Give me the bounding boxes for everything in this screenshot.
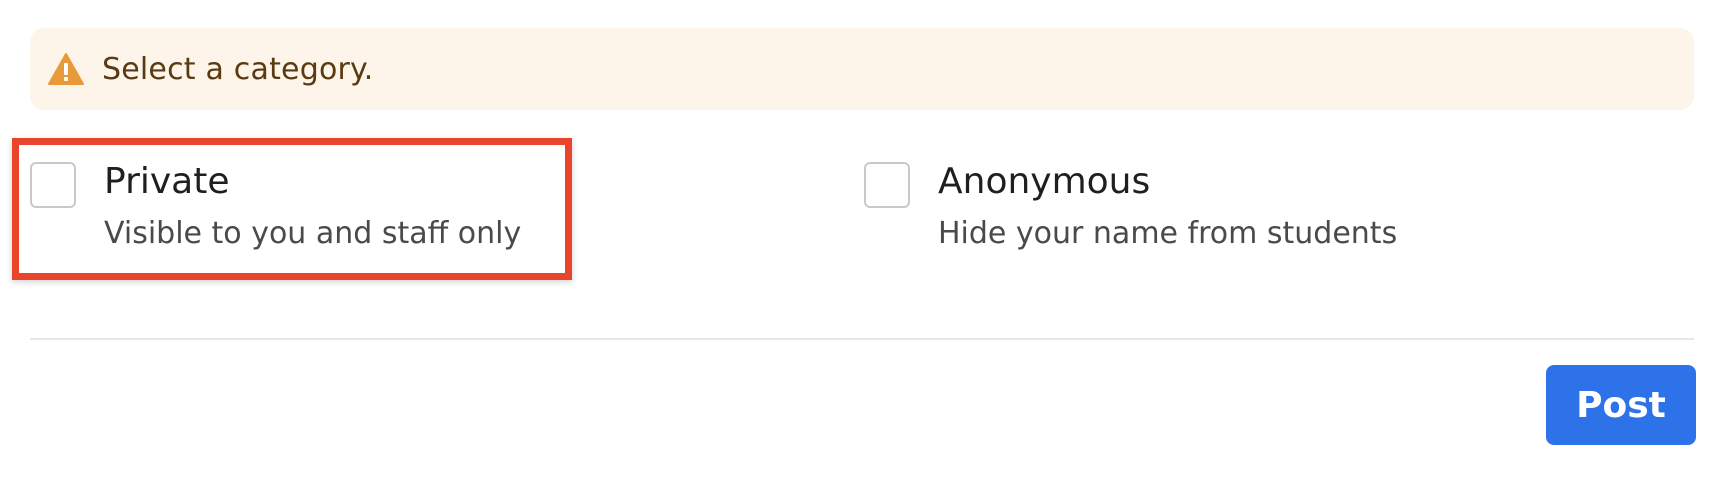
private-option-text: Private Visible to you and staff only bbox=[104, 160, 521, 252]
private-option[interactable]: Private Visible to you and staff only bbox=[30, 160, 521, 252]
anonymous-description: Hide your name from students bbox=[938, 216, 1398, 251]
anonymous-checkbox[interactable] bbox=[864, 162, 910, 208]
anonymous-option[interactable]: Anonymous Hide your name from students bbox=[864, 160, 1397, 252]
private-title: Private bbox=[104, 161, 230, 202]
warning-icon bbox=[46, 51, 86, 87]
anonymous-title: Anonymous bbox=[938, 161, 1151, 202]
post-button[interactable]: Post bbox=[1546, 365, 1696, 445]
private-checkbox[interactable] bbox=[30, 162, 76, 208]
anonymous-option-text: Anonymous Hide your name from students bbox=[938, 160, 1397, 252]
alert-message: Select a category. bbox=[102, 51, 374, 87]
private-description: Visible to you and staff only bbox=[104, 216, 522, 251]
warning-alert: Select a category. bbox=[30, 28, 1694, 110]
divider bbox=[30, 338, 1694, 340]
